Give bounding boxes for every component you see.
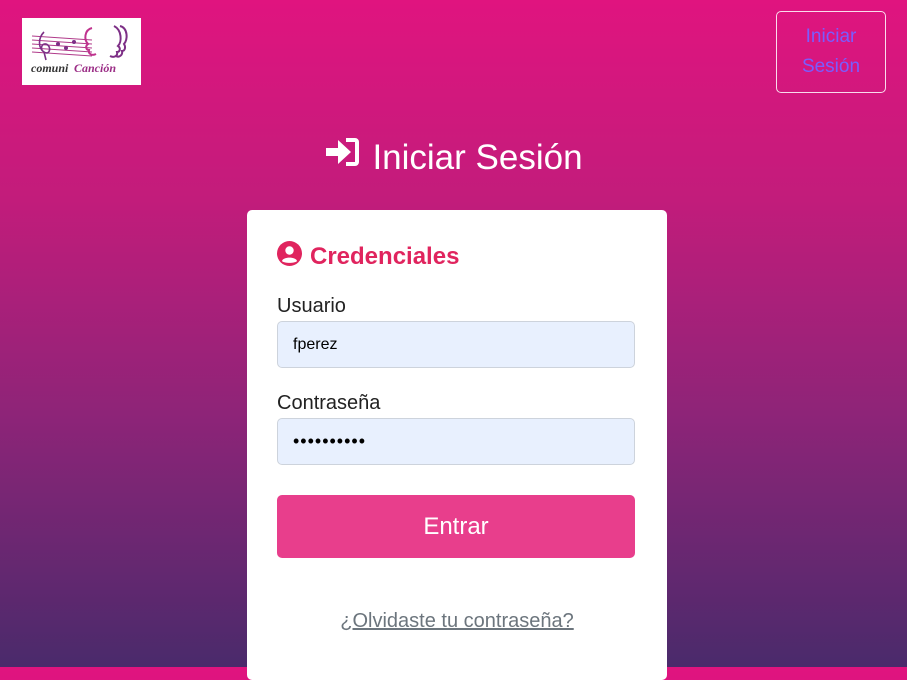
logo-text: comuni [31,61,69,75]
forgot-password-link[interactable]: ¿Olvidaste tu contraseña? [247,610,667,633]
logo-text-accent: Canción [74,61,116,75]
page-title: Iniciar Sesión [0,135,907,180]
username-label: Usuario [277,295,346,317]
username-input[interactable] [277,321,635,368]
nav-login-button[interactable]: Iniciar Sesión [776,11,886,93]
card-title: Credenciales [277,241,459,273]
login-card: Credenciales Usuario Contraseña Entrar ¿… [247,210,667,680]
submit-button[interactable]: Entrar [277,495,635,558]
card-title-text: Credenciales [310,243,460,270]
page-title-text: Iniciar Sesión [372,137,583,177]
nav-login-label: Iniciar Sesión [801,26,861,77]
brand-logo[interactable]: comuni Canción [22,18,141,85]
password-input[interactable] [277,418,635,465]
sign-in-icon [324,135,362,180]
password-label: Contraseña [277,392,381,414]
user-circle-icon [277,241,302,273]
